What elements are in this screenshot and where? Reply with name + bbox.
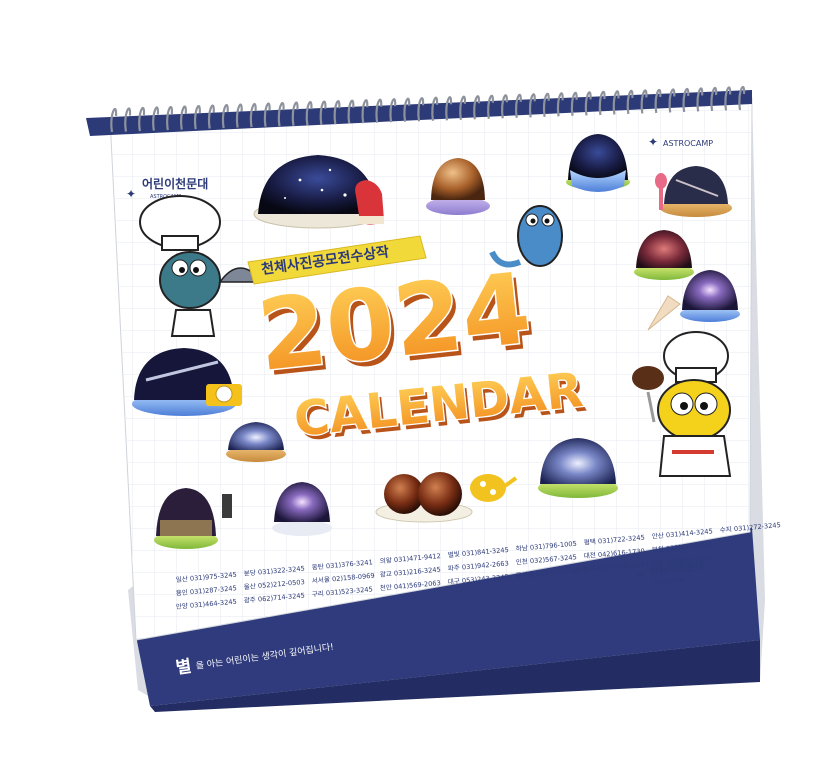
- brand-logo-text: 어린이천문대: [142, 176, 208, 191]
- desk-calendar-photo: ✦ 어린이천문대 ASTROCAMP ✦ ASTROCAMP: [86, 86, 781, 712]
- slogan-star-word: 별: [175, 657, 193, 679]
- star-icon: ✦: [648, 135, 658, 149]
- astrocamp-logo-text: ASTROCAMP: [663, 139, 713, 148]
- telescope-icon: ✦: [126, 187, 136, 201]
- footer-telescope-icon: ✦: [635, 569, 646, 583]
